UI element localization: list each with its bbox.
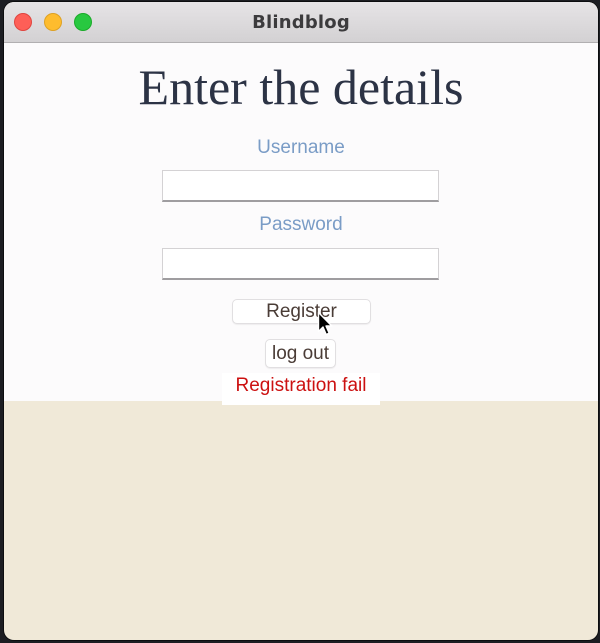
mouse-pointer-icon (317, 311, 333, 336)
password-field[interactable] (162, 248, 439, 280)
status-message: Registration fail (222, 373, 380, 405)
page-title: Enter the details (138, 59, 464, 115)
password-label: Password (259, 214, 343, 235)
window-title: Blindblog (252, 12, 350, 33)
app-window: Blindblog Enter the details Username Pas… (4, 2, 598, 640)
register-button[interactable]: Register (232, 299, 371, 324)
username-label: Username (257, 137, 345, 158)
logout-button[interactable]: log out (265, 339, 336, 368)
username-field[interactable] (162, 170, 439, 202)
form-panel: Enter the details Username Password Regi… (4, 43, 598, 405)
title-bar[interactable]: Blindblog (4, 2, 598, 43)
